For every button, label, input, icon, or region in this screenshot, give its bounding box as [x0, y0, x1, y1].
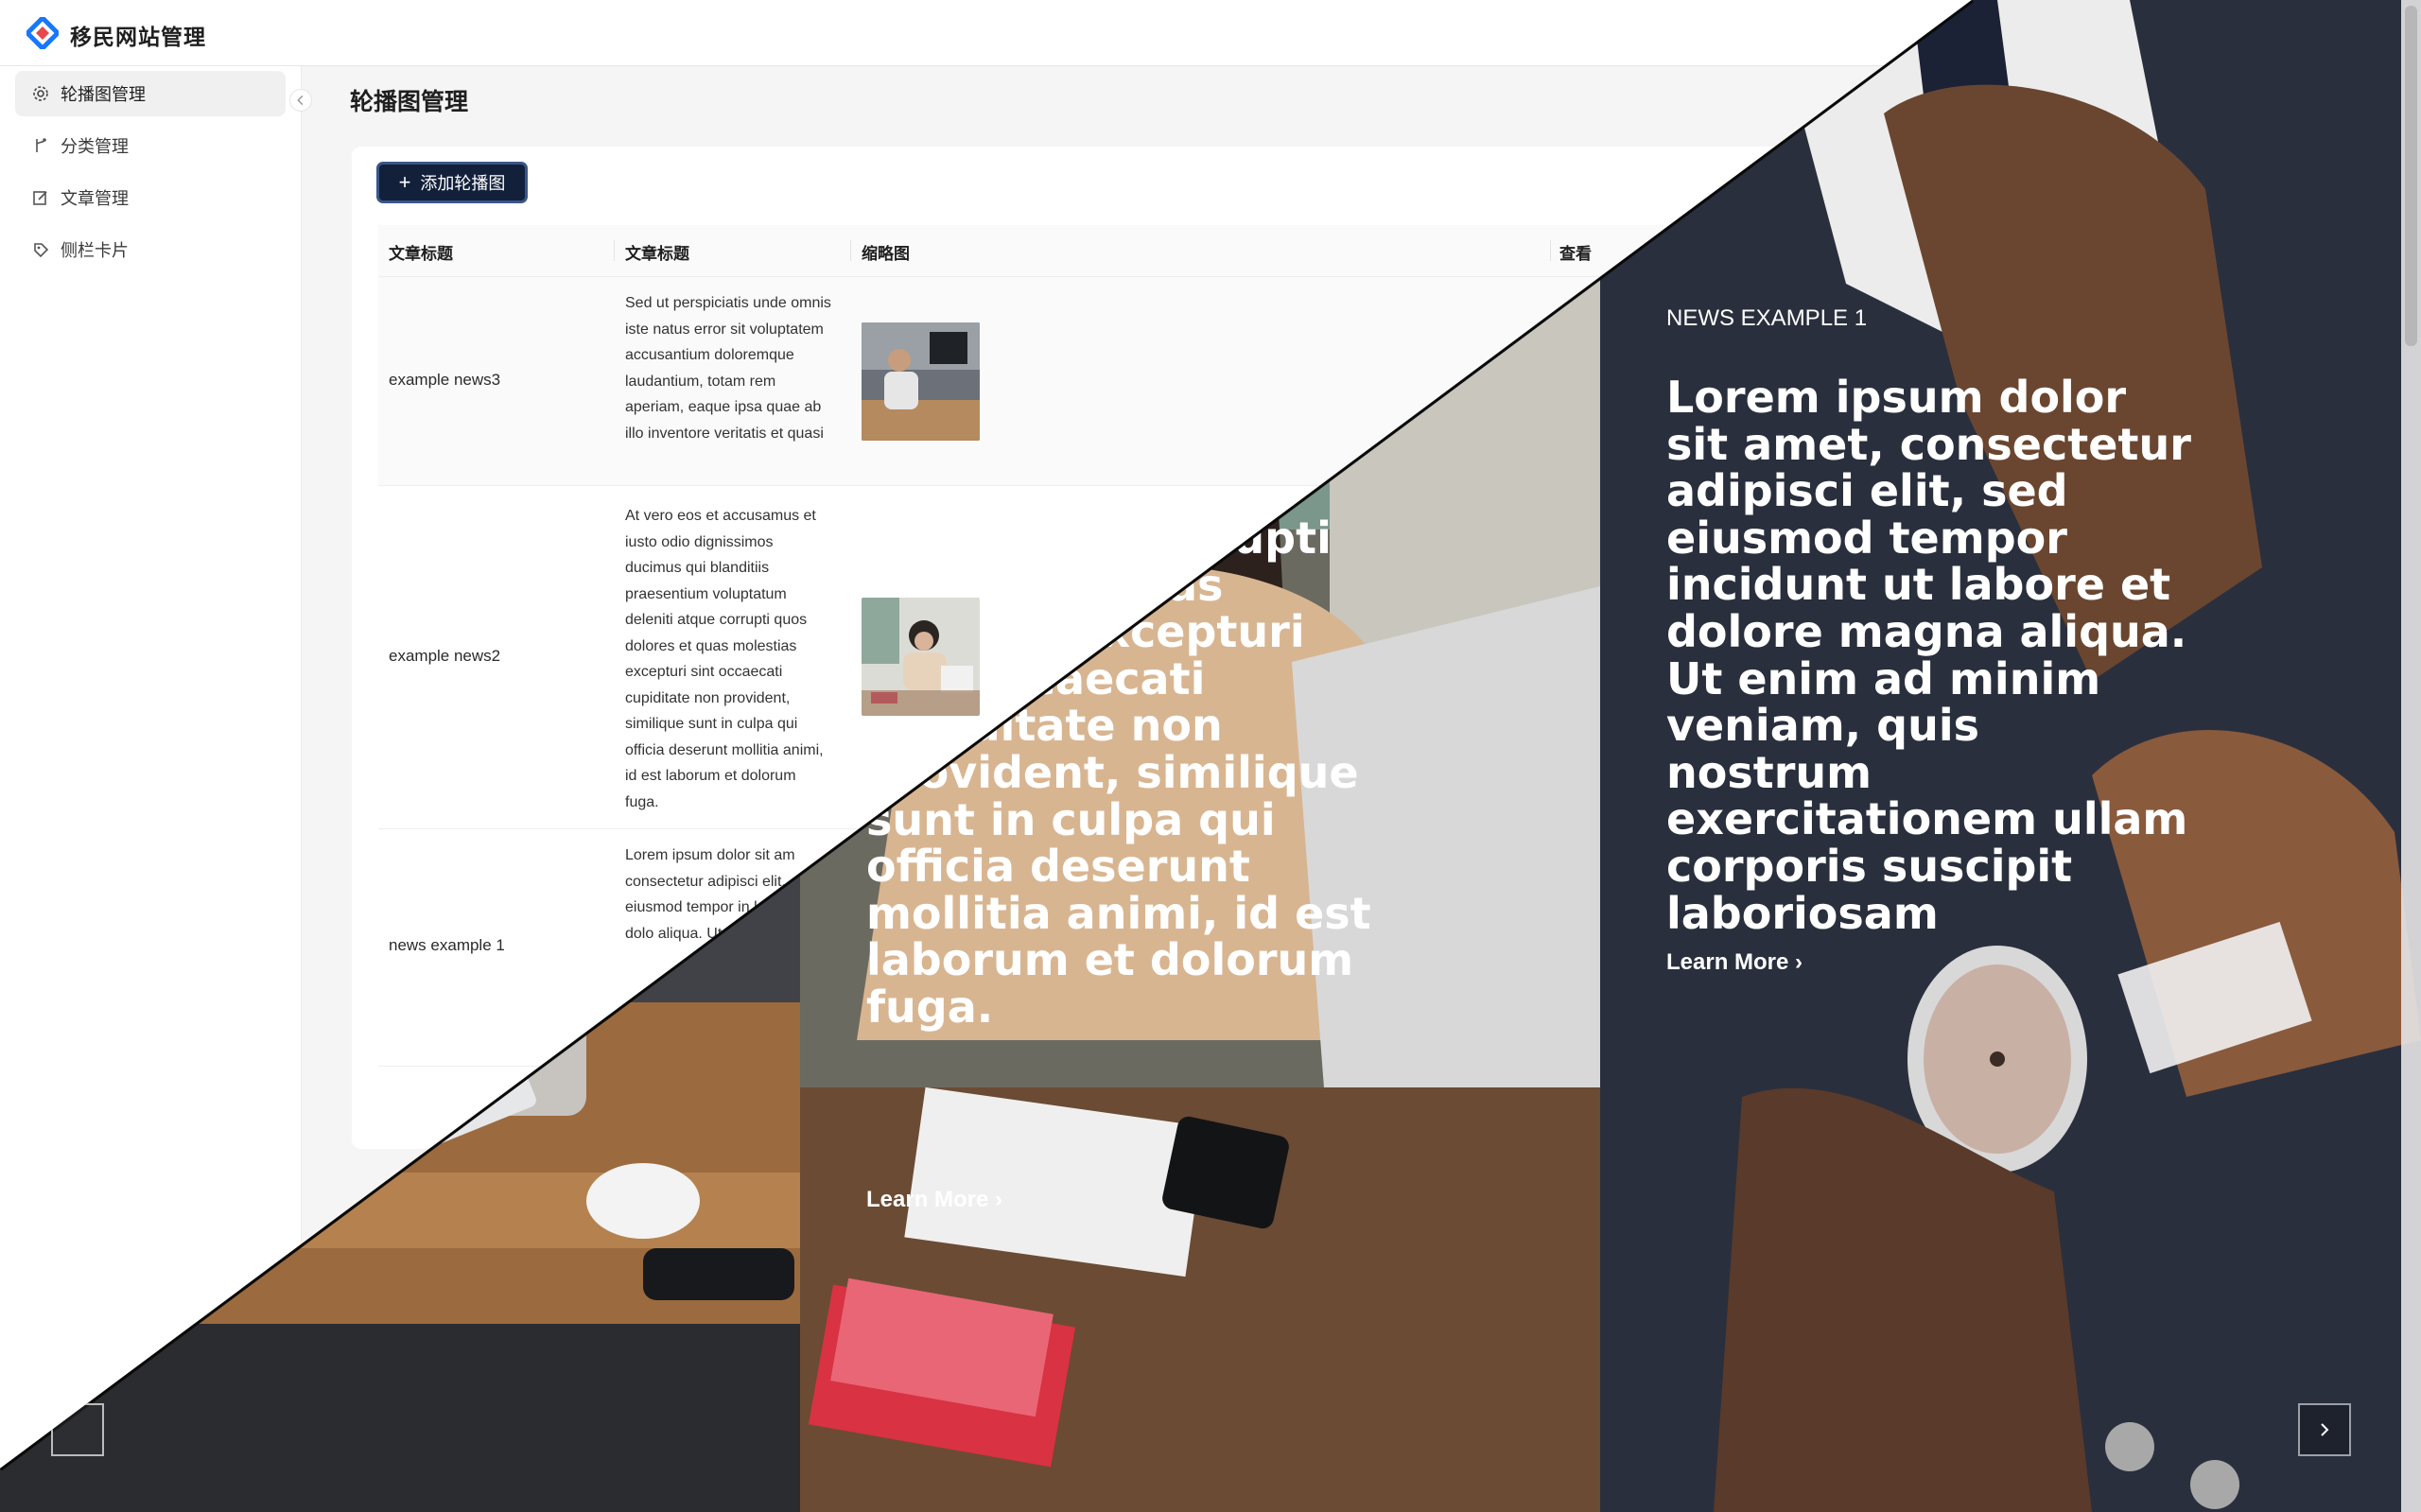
column-header: 查看 — [1559, 245, 1592, 263]
row-title: example news3 — [389, 371, 501, 389]
app-title: 移民网站管理 — [70, 25, 206, 49]
column-divider — [850, 240, 851, 261]
column-divider — [1550, 240, 1551, 261]
sidebar-item-carousel[interactable]: 轮播图管理 — [15, 71, 286, 116]
sidebar-item-label: 文章管理 — [61, 189, 129, 208]
sidebar-item-label: 分类管理 — [61, 137, 129, 156]
branch-icon — [36, 138, 46, 152]
row-title: example news2 — [389, 647, 501, 665]
sidebar-item-category[interactable]: 分类管理 — [15, 123, 286, 168]
collapse-sidebar-icon[interactable] — [289, 89, 312, 112]
sidebar-item-side-cards[interactable]: 侧栏卡片 — [15, 227, 286, 272]
add-carousel-button[interactable]: + 添加轮播图 — [376, 162, 528, 203]
thumbnail-image — [862, 322, 980, 441]
scrollbar-thumb[interactable] — [2405, 6, 2417, 346]
sidebar-item-articles[interactable]: 文章管理 — [15, 175, 286, 220]
sidebar-item-label: 轮播图管理 — [61, 85, 146, 104]
logo-icon — [26, 17, 59, 49]
column-divider — [614, 240, 615, 261]
carousel-next-button[interactable] — [2298, 1403, 2351, 1456]
chevron-right-icon — [2321, 1423, 2329, 1436]
column-header: 文章标题 — [389, 245, 453, 263]
edit-icon — [33, 191, 47, 205]
thumbnail-image — [862, 598, 980, 716]
plus-icon: + — [398, 170, 411, 194]
sidebar-item-label: 侧栏卡片 — [61, 241, 129, 260]
column-header: 文章标题 — [625, 245, 689, 263]
row-title: news example 1 — [389, 936, 505, 954]
add-carousel-label: 添加轮播图 — [420, 174, 506, 193]
row-description: At vero eos et accusamus et iusto odio d… — [625, 508, 824, 810]
tag-icon — [34, 243, 49, 258]
gear-icon — [33, 86, 48, 101]
column-header: 缩略图 — [862, 245, 910, 263]
row-description: Sed ut perspiciatis unde omnis iste natu… — [625, 295, 831, 442]
page-title: 轮播图管理 — [350, 89, 469, 115]
